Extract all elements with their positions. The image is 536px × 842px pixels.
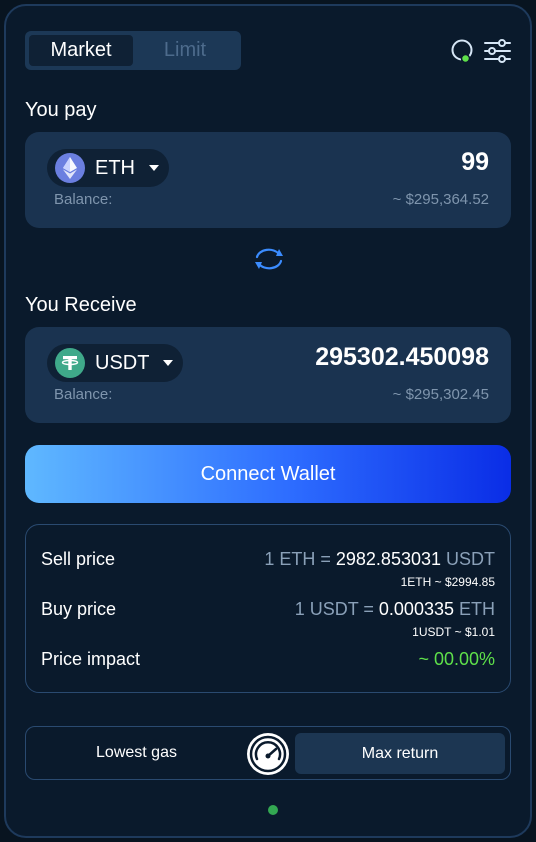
pay-amount-input[interactable]: 99 xyxy=(461,148,489,177)
page-indicator-dot xyxy=(268,805,278,815)
receive-token-selector[interactable]: USDT xyxy=(47,344,184,382)
order-type-tabs: Market Limit xyxy=(25,31,241,70)
price-info-box: Sell price 1 ETH = 2982.853031 USDT 1ETH… xyxy=(25,524,511,693)
tab-limit[interactable]: Limit xyxy=(133,35,237,66)
receive-label: You Receive xyxy=(25,294,137,316)
sell-price-label: Sell price xyxy=(41,549,116,569)
sliders-icon[interactable] xyxy=(483,37,513,65)
buy-price-row: Buy price 1 USDT = 0.000335 ETH 1USDT ~ … xyxy=(41,599,495,639)
lowest-gas-option[interactable]: Lowest gas xyxy=(26,727,247,779)
ethereum-icon xyxy=(55,153,85,183)
max-return-option[interactable]: Max return xyxy=(295,733,505,774)
receive-balance-label: Balance: xyxy=(54,386,113,403)
tether-icon xyxy=(55,348,85,378)
receive-usd-value: ~ $295,302.45 xyxy=(392,386,489,403)
chevron-down-icon xyxy=(149,165,159,171)
pay-balance-label: Balance: xyxy=(54,191,113,208)
price-impact-value: ~ 00.00% xyxy=(418,649,495,669)
status-ring-icon[interactable] xyxy=(450,38,476,64)
buy-price-value: 1 USDT = 0.000335 ETH xyxy=(294,599,495,619)
sell-price-value: 1 ETH = 2982.853031 USDT xyxy=(264,549,495,569)
pay-card: ETH 99 Balance: ~ $295,364.52 xyxy=(25,132,511,228)
receive-amount: 295302.450098 xyxy=(315,343,489,371)
sell-price-row: Sell price 1 ETH = 2982.853031 USDT 1ETH… xyxy=(41,549,495,589)
sell-price-usd: 1ETH ~ $2994.85 xyxy=(400,575,495,589)
receive-token-name: USDT xyxy=(95,351,150,374)
price-impact-row: Price impact ~ 00.00% xyxy=(41,649,495,673)
chevron-down-icon xyxy=(163,360,174,366)
pay-label: You pay xyxy=(25,99,97,121)
connect-wallet-button[interactable]: Connect Wallet xyxy=(25,445,511,503)
speedometer-icon[interactable] xyxy=(247,733,289,775)
pay-token-name: ETH xyxy=(95,156,135,179)
receive-card: USDT 295302.450098 Balance: ~ $295,302.4… xyxy=(25,327,511,423)
pay-token-selector[interactable]: ETH xyxy=(47,149,169,187)
buy-price-usd: 1USDT ~ $1.01 xyxy=(412,625,495,639)
pay-usd-value: ~ $295,364.52 xyxy=(392,191,489,208)
price-impact-label: Price impact xyxy=(41,649,141,669)
swap-arrows-icon[interactable] xyxy=(252,245,286,273)
buy-price-label: Buy price xyxy=(41,599,117,619)
tab-market[interactable]: Market xyxy=(29,35,133,66)
route-toggle: Lowest gas Max return xyxy=(25,726,511,780)
